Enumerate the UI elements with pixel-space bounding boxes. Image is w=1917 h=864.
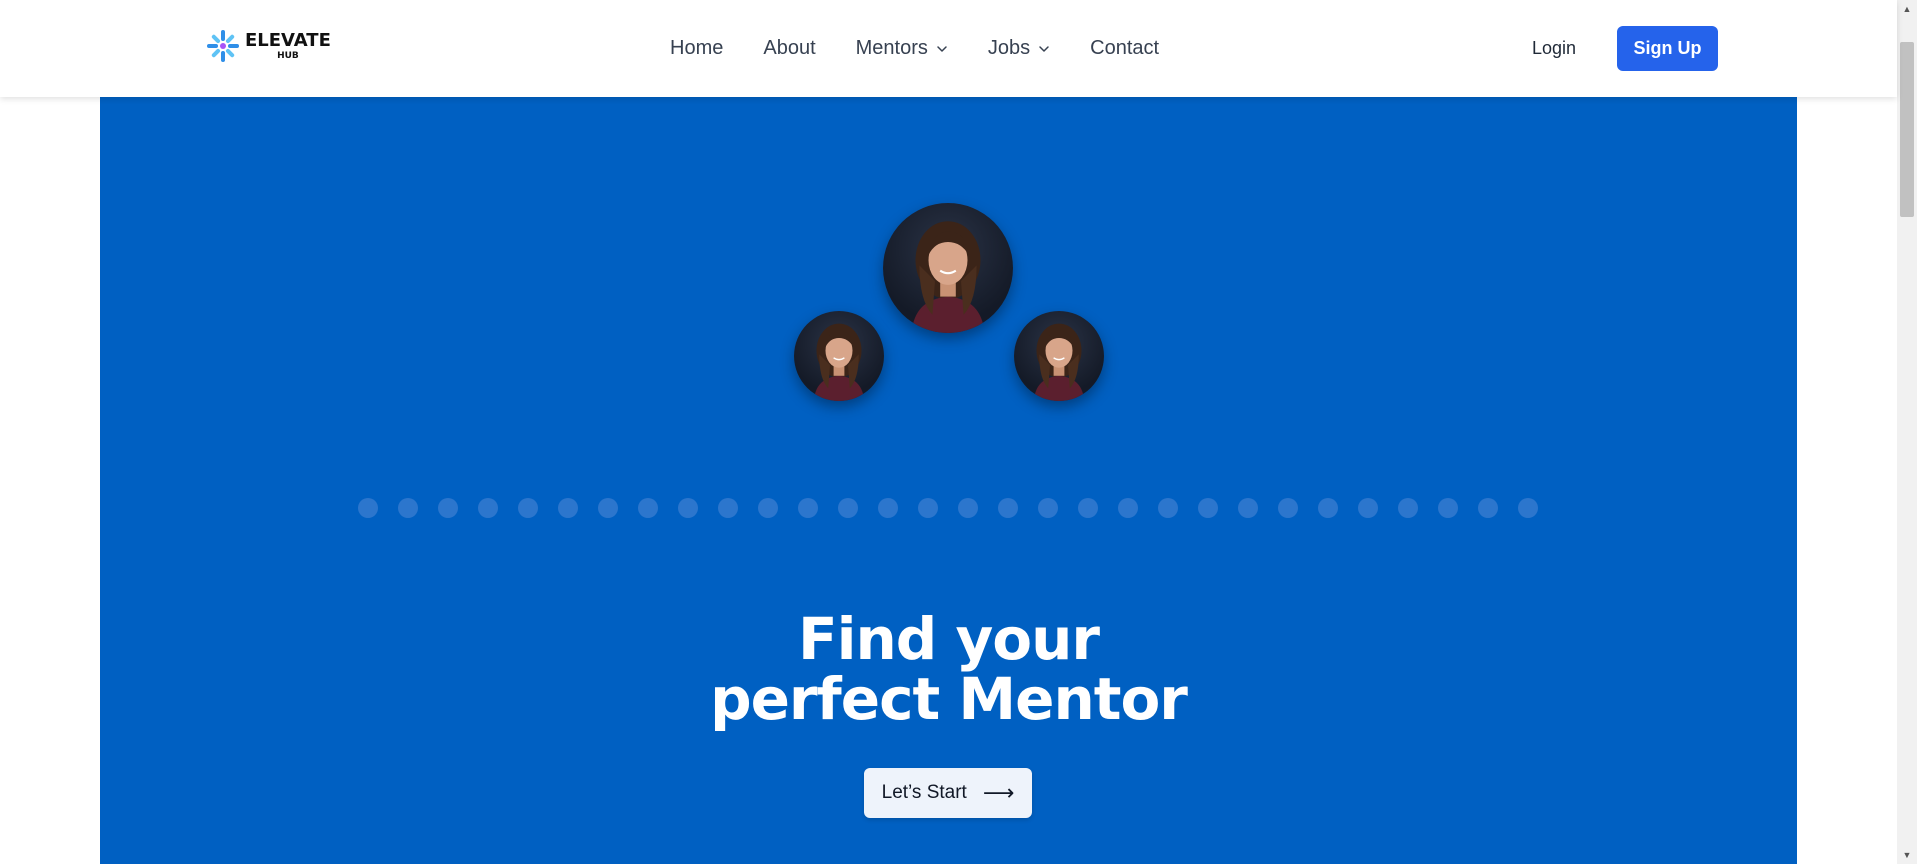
carousel-dot[interactable] — [358, 498, 378, 518]
carousel-dot[interactable] — [798, 498, 818, 518]
scroll-down-arrow-icon[interactable]: ▼ — [1897, 846, 1917, 864]
mentor-avatar-right[interactable] — [1014, 311, 1104, 401]
nav-contact[interactable]: Contact — [1090, 37, 1159, 60]
carousel-dot[interactable] — [878, 498, 898, 518]
carousel-dot[interactable] — [638, 498, 658, 518]
lets-start-label: Let’s Start — [881, 782, 967, 803]
signup-button[interactable]: Sign Up — [1617, 26, 1718, 71]
brand-title: ELEVATE — [245, 29, 331, 51]
carousel-dot[interactable] — [598, 498, 618, 518]
carousel-dot[interactable] — [758, 498, 778, 518]
nav-jobs-label: Jobs — [987, 37, 1031, 59]
carousel-dot[interactable] — [1398, 498, 1418, 518]
carousel-dot[interactable] — [838, 498, 858, 518]
nav-home[interactable]: Home — [670, 37, 723, 60]
brand-subtitle: HUB — [277, 50, 299, 61]
headline-line-1: Find your — [797, 605, 1100, 673]
carousel-dot[interactable] — [518, 498, 538, 518]
login-link[interactable]: Login — [1532, 38, 1576, 59]
carousel-dot[interactable] — [1118, 498, 1138, 518]
carousel-dot[interactable] — [1318, 498, 1338, 518]
chevron-down-icon — [1039, 45, 1049, 52]
carousel-dot[interactable] — [1038, 498, 1058, 518]
carousel-dot[interactable] — [918, 498, 938, 518]
mentor-photo — [911, 221, 985, 333]
nav-about[interactable]: About — [763, 37, 815, 60]
carousel-dot[interactable] — [558, 498, 578, 518]
carousel-dot[interactable] — [1518, 498, 1538, 518]
carousel-dot[interactable] — [398, 498, 418, 518]
navbar: ELEVATE HUB Home About Mentors Jobs Cont… — [0, 0, 1897, 97]
carousel-dot[interactable] — [998, 498, 1018, 518]
carousel-dots — [358, 498, 1548, 518]
chevron-down-icon — [937, 45, 947, 52]
carousel-dot[interactable] — [1438, 498, 1458, 518]
mentor-photo — [1033, 323, 1085, 401]
nav-mentors-label: Mentors — [855, 37, 928, 59]
carousel-dot[interactable] — [1158, 498, 1178, 518]
carousel-dot[interactable] — [1198, 498, 1218, 518]
carousel-dot[interactable] — [1478, 498, 1498, 518]
nav-mentors-dropdown[interactable]: Mentors — [856, 37, 948, 60]
carousel-dot[interactable] — [718, 498, 738, 518]
carousel-dot[interactable] — [958, 498, 978, 518]
nav-home-label: Home — [670, 37, 724, 59]
mentor-avatar-main[interactable] — [883, 203, 1013, 333]
carousel-dot[interactable] — [1238, 498, 1258, 518]
carousel-dot[interactable] — [478, 498, 498, 518]
scroll-up-arrow-icon[interactable]: ▲ — [1897, 0, 1917, 18]
logo[interactable]: ELEVATE HUB — [205, 28, 331, 64]
mentor-avatar-left[interactable] — [794, 311, 884, 401]
carousel-dot[interactable] — [438, 498, 458, 518]
headline-line-2: perfect Mentor — [710, 665, 1188, 733]
hero-headline: Find your perfect Mentor — [100, 609, 1797, 729]
elevate-hub-logo-icon — [207, 30, 239, 62]
carousel-dot[interactable] — [1078, 498, 1098, 518]
nav-jobs-dropdown[interactable]: Jobs — [988, 37, 1050, 60]
carousel-dot[interactable] — [1358, 498, 1378, 518]
main-nav: Home About Mentors Jobs Contact — [670, 0, 1159, 97]
nav-contact-label: Contact — [1090, 37, 1160, 59]
page-scrollbar[interactable]: ▲ ▼ — [1897, 0, 1917, 864]
carousel-dot[interactable] — [678, 498, 698, 518]
lets-start-button[interactable]: Let’s Start ⟶ — [864, 768, 1032, 818]
nav-about-label: About — [763, 37, 816, 59]
mentor-photo — [813, 323, 865, 401]
scrollbar-thumb[interactable] — [1900, 42, 1914, 217]
arrow-right-icon: ⟶ — [982, 780, 1015, 805]
hero-section: Find your perfect Mentor Let’s Start ⟶ — [100, 97, 1797, 864]
carousel-dot[interactable] — [1278, 498, 1298, 518]
